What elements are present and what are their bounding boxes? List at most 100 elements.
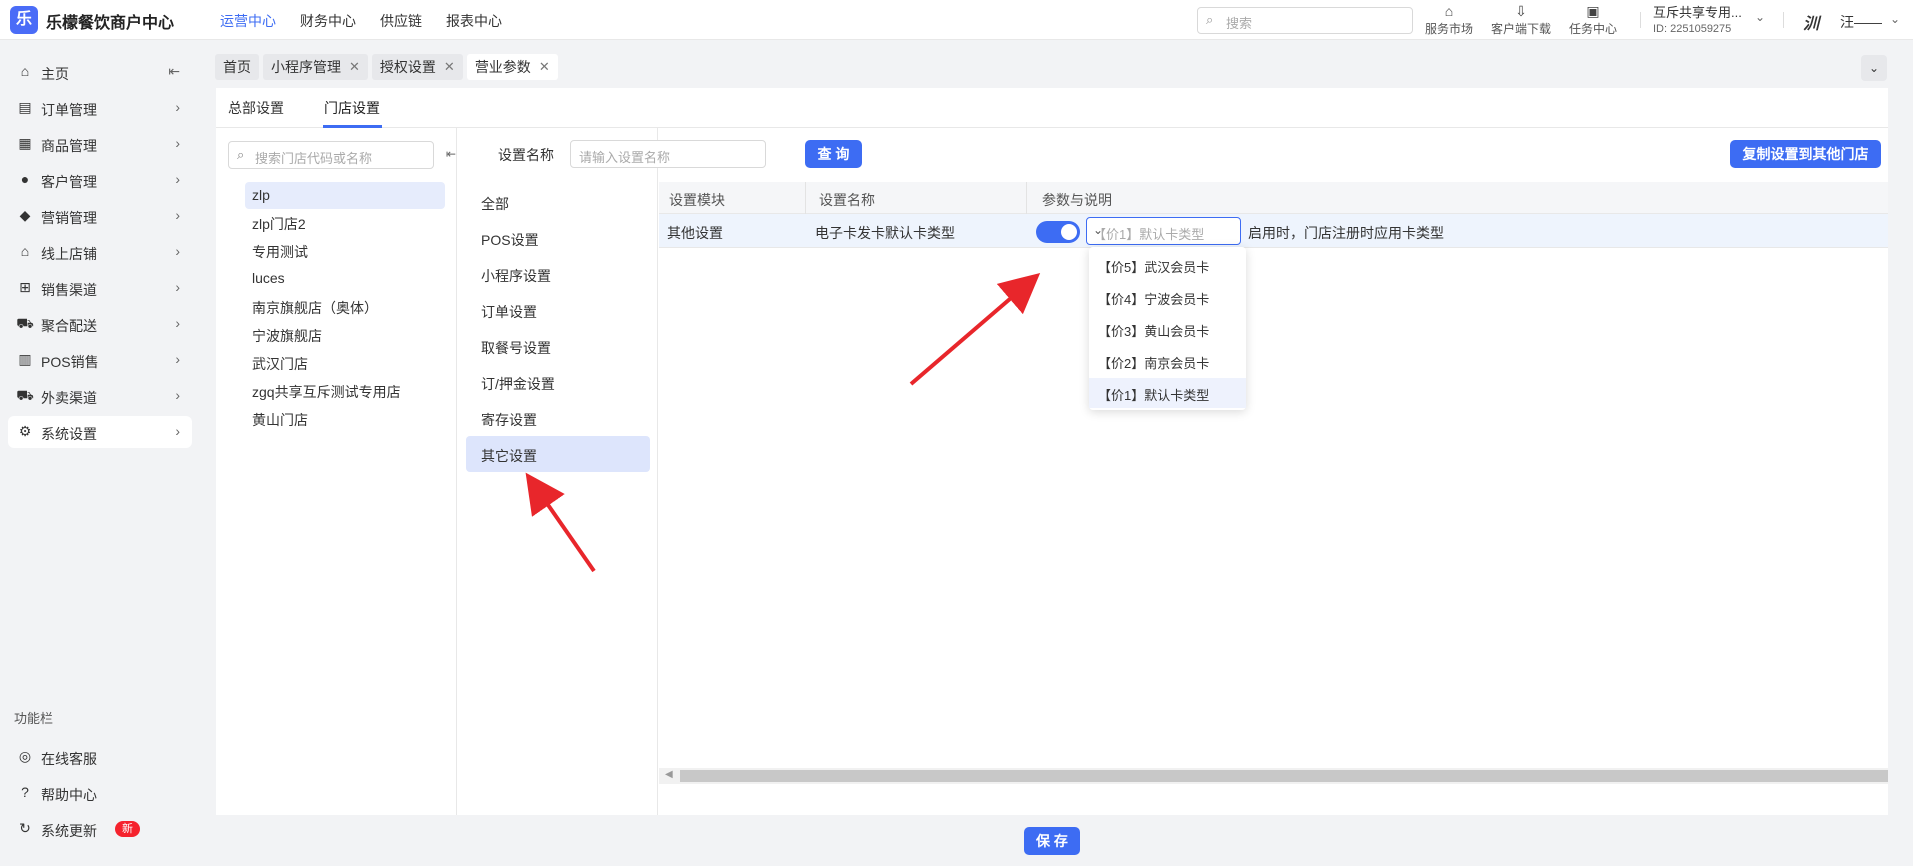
page-tab-authorization[interactable]: 授权设置 ✕ xyxy=(371,54,463,80)
category-item-storage[interactable]: 寄存设置 xyxy=(466,400,650,436)
sidebar-item-label: 外卖渠道 xyxy=(41,390,97,406)
chevron-down-icon[interactable]: ⌄ xyxy=(1890,12,1900,26)
dropdown-option[interactable]: 【价4】宁波会员卡 xyxy=(1089,282,1246,312)
sidebar-item-home[interactable]: ⌂ 主页 ⇤ xyxy=(8,56,192,88)
page-tab-label: 授权设置 xyxy=(379,59,436,75)
close-icon[interactable]: ✕ xyxy=(444,54,455,80)
chevron-right-icon: › xyxy=(175,423,180,439)
store-item[interactable]: 黄山门店 xyxy=(245,405,445,432)
store-list-panel: ⌕ 搜索门店代码或名称 ⇤ zlp zlp门店2 专用测试 luces 南京旗舰… xyxy=(216,128,457,815)
delivery-icon: ⛟ xyxy=(16,387,34,403)
function-bar-title: 功能栏 xyxy=(14,711,54,726)
collapse-sidebar-icon[interactable]: ⇤ xyxy=(168,63,180,80)
topnav-supply-chain[interactable]: 供应链 xyxy=(380,11,422,31)
toggle-knob xyxy=(1061,224,1077,240)
close-icon[interactable]: ✕ xyxy=(349,54,360,80)
copy-settings-button[interactable]: 复制设置到其他门店 xyxy=(1730,140,1881,168)
option-label: 【价2】南京会员卡 xyxy=(1098,356,1210,371)
chevron-right-icon: › xyxy=(175,171,180,187)
card-type-dropdown: 【价5】武汉会员卡 【价4】宁波会员卡 【价3】黄山会员卡 【价2】南京会员卡 … xyxy=(1089,247,1246,410)
category-item-all[interactable]: 全部 xyxy=(466,184,650,220)
cell-setting-name: 电子卡发卡默认卡类型 xyxy=(815,225,955,241)
store-item[interactable]: 南京旗舰店（奥体） xyxy=(245,293,445,320)
chevron-down-icon[interactable]: ⌄ xyxy=(1755,10,1765,24)
store-search-input[interactable]: ⌕ 搜索门店代码或名称 xyxy=(228,141,434,169)
sidebar-item-label: 线上店铺 xyxy=(41,246,97,262)
setting-name-input[interactable]: 请输入设置名称 xyxy=(570,140,766,168)
close-icon[interactable]: ✕ xyxy=(539,54,550,80)
category-item-deposit[interactable]: 订/押金设置 xyxy=(466,364,650,400)
table-row[interactable]: 其他设置 电子卡发卡默认卡类型 【价1】默认卡类型 ⌄ 启用时，门店注册时应用卡… xyxy=(659,214,1888,248)
store-item[interactable]: 武汉门店 xyxy=(245,349,445,376)
card-type-select[interactable]: 【价1】默认卡类型 ⌄ xyxy=(1086,217,1241,245)
page-tab-business-params[interactable]: 营业参数 ✕ xyxy=(466,54,558,80)
topnav-reports[interactable]: 报表中心 xyxy=(446,11,502,31)
sidebar-item-products[interactable]: ▦ 商品管理 › xyxy=(8,128,192,160)
option-label: 【价1】默认卡类型 xyxy=(1098,388,1210,403)
page-tab-miniprogram[interactable]: 小程序管理 ✕ xyxy=(263,54,368,80)
store-item[interactable]: zgq共享互斥测试专用店 xyxy=(245,377,445,404)
tab-store-settings[interactable]: 门店设置 xyxy=(324,98,380,118)
sidebar-item-help-center[interactable]: ? 帮助中心 xyxy=(8,777,192,809)
sidebar-item-label: 销售渠道 xyxy=(41,282,97,298)
store-item[interactable]: 专用测试 xyxy=(245,237,445,264)
category-item-pos[interactable]: POS设置 xyxy=(466,220,650,256)
sidebar-item-system-settings[interactable]: ⚙ 系统设置 › xyxy=(8,416,192,448)
truck-icon: ⛟ xyxy=(16,315,34,331)
store-search-placeholder: 搜索门店代码或名称 xyxy=(255,151,373,166)
sidebar-item-customers[interactable]: ● 客户管理 › xyxy=(8,164,192,196)
page-tab-home[interactable]: 首页 xyxy=(215,54,259,80)
store-item[interactable]: luces xyxy=(245,265,445,292)
sidebar-item-label: 客户管理 xyxy=(41,174,97,190)
sidebar-item-marketing[interactable]: ◆ 营销管理 › xyxy=(8,200,192,232)
user-name[interactable]: 汪—— xyxy=(1840,12,1882,32)
sidebar-item-label: 系统更新 xyxy=(41,823,97,839)
scroll-left-icon[interactable]: ◀ xyxy=(665,769,673,780)
chevron-right-icon: › xyxy=(175,99,180,115)
global-search-input[interactable]: ⌕ 搜索 xyxy=(1197,7,1413,34)
task-center-button[interactable]: ▣ 任务中心 xyxy=(1563,3,1623,37)
store-name: 黄山门店 xyxy=(252,412,308,428)
sidebar-item-delivery[interactable]: ⛟ 聚合配送 › xyxy=(8,308,192,340)
client-download-button[interactable]: ⇩ 客户端下载 xyxy=(1491,3,1551,37)
avatar[interactable]: 汌 xyxy=(1803,10,1819,34)
sidebar-item-system-update[interactable]: ↻ 系统更新 新 xyxy=(8,813,192,845)
dropdown-option[interactable]: 【价2】南京会员卡 xyxy=(1089,346,1246,376)
category-item-pickup-number[interactable]: 取餐号设置 xyxy=(466,328,650,364)
sidebar-item-online-shop[interactable]: ⌂ 线上店铺 › xyxy=(8,236,192,268)
setting-name-placeholder: 请输入设置名称 xyxy=(579,150,671,165)
app-logo[interactable]: 乐 xyxy=(10,6,38,34)
tab-hq-settings[interactable]: 总部设置 xyxy=(228,98,284,118)
dropdown-option[interactable]: 【价3】黄山会员卡 xyxy=(1089,314,1246,344)
tabs-dropdown-button[interactable]: ⌄ xyxy=(1861,55,1887,81)
sidebar-item-takeaway[interactable]: ⛟ 外卖渠道 › xyxy=(8,380,192,412)
category-item-other[interactable]: 其它设置 xyxy=(466,436,650,472)
task-center-label: 任务中心 xyxy=(1568,22,1617,36)
chevron-right-icon: › xyxy=(175,351,180,367)
collapse-panel-icon[interactable]: ⇤ xyxy=(446,147,456,161)
topnav-finance[interactable]: 财务中心 xyxy=(300,11,356,31)
dropdown-option[interactable]: 【价1】默认卡类型 xyxy=(1089,378,1246,408)
query-button[interactable]: 查 询 xyxy=(805,140,862,168)
store-item[interactable]: 宁波旗舰店 xyxy=(245,321,445,348)
service-market-button[interactable]: ⌂ 服务市场 xyxy=(1419,3,1479,37)
sidebar-item-online-service[interactable]: ◎ 在线客服 xyxy=(8,741,192,773)
dropdown-option[interactable]: 【价5】武汉会员卡 xyxy=(1089,250,1246,280)
category-item-miniprogram[interactable]: 小程序设置 xyxy=(466,256,650,292)
save-button[interactable]: 保 存 xyxy=(1024,827,1080,855)
category-label: 订单设置 xyxy=(481,304,537,320)
enable-toggle[interactable] xyxy=(1036,221,1080,243)
sidebar-item-label: 在线客服 xyxy=(41,751,97,767)
help-icon: ? xyxy=(21,784,29,800)
store-item[interactable]: zlp xyxy=(245,182,445,209)
scroll-thumb[interactable] xyxy=(680,770,1888,782)
topnav-operations[interactable]: 运营中心 xyxy=(220,11,276,31)
horizontal-scrollbar[interactable]: ◀ xyxy=(659,768,1888,784)
sidebar-item-sales-channels[interactable]: ⊞ 销售渠道 › xyxy=(8,272,192,304)
store-name: 南京旗舰店（奥体） xyxy=(252,300,378,316)
sidebar-item-pos-sales[interactable]: ▥ POS销售 › xyxy=(8,344,192,376)
category-item-order[interactable]: 订单设置 xyxy=(466,292,650,328)
store-item[interactable]: zlp门店2 xyxy=(245,209,445,236)
category-label: 订/押金设置 xyxy=(481,376,555,392)
sidebar-item-orders[interactable]: ▤ 订单管理 › xyxy=(8,92,192,124)
